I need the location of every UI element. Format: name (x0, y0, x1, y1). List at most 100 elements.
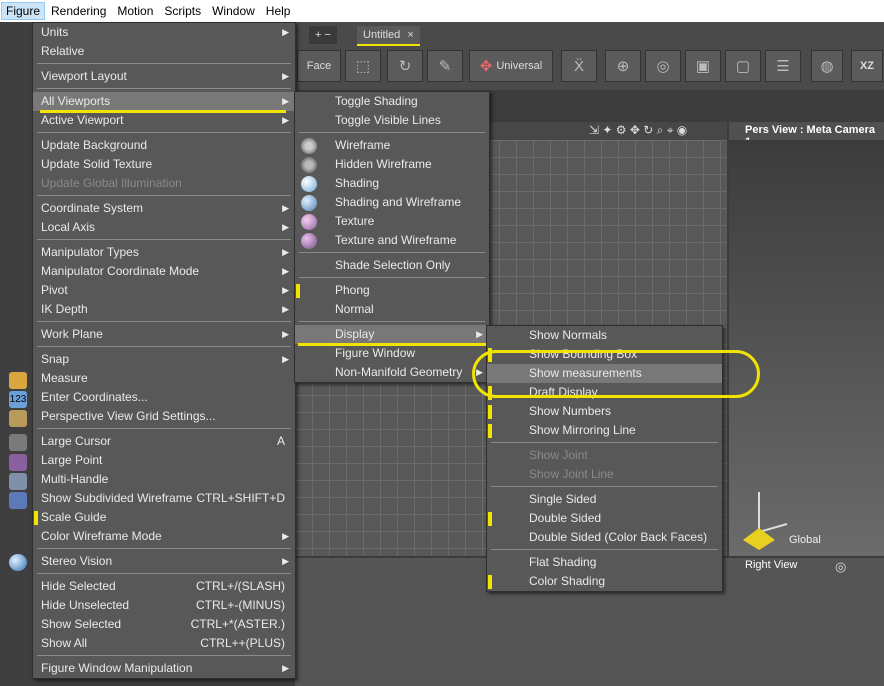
menu-separator (37, 346, 291, 347)
menu-item-work-plane[interactable]: Work Plane ▶ (33, 325, 295, 344)
menu-item-coordinate-system[interactable]: Coordinate System ▶ (33, 199, 295, 218)
menu-item-color-shading[interactable]: Color Shading (487, 572, 722, 591)
submenu-arrow-icon: ▶ (282, 222, 289, 232)
menu-item-toggle-shading[interactable]: Toggle Shading (295, 92, 489, 111)
menu-item-hide-selected[interactable]: Hide Selected CTRL+/(SLASH) (33, 577, 295, 596)
menu-item-shade-selection-only[interactable]: Shade Selection Only (295, 256, 489, 275)
menu-item-scale-guide[interactable]: Scale Guide (33, 508, 295, 527)
menu-item-large-point[interactable]: Large Point (33, 451, 295, 470)
global-axis-icon (743, 492, 788, 550)
check-marker (488, 405, 492, 419)
menu-item-figure-window-manipulation[interactable]: Figure Window Manipulation ▶ (33, 659, 295, 678)
menu-item-pivot[interactable]: Pivot ▶ (33, 281, 295, 300)
menu-item-multi-handle[interactable]: Multi-Handle (33, 470, 295, 489)
menu-item-double-sided-color-back-faces[interactable]: Double Sided (Color Back Faces) (487, 528, 722, 547)
menu-separator (491, 486, 718, 487)
menu-item-shading-and-wireframe[interactable]: Shading and Wireframe (295, 193, 489, 212)
menu-item-double-sided[interactable]: Double Sided (487, 509, 722, 528)
menu-item-enter-coordinates[interactable]: Enter Coordinates... (33, 388, 295, 407)
menu-item-wireframe[interactable]: Wireframe (295, 136, 489, 155)
rotate-button[interactable]: ↻ (387, 50, 423, 82)
grid-settings-icon[interactable] (9, 410, 27, 427)
menu-item-hidden-wireframe[interactable]: Hidden Wireframe (295, 155, 489, 174)
menu-item-viewport-layout[interactable]: Viewport Layout ▶ (33, 67, 295, 86)
menu-item-show-selected[interactable]: Show Selected CTRL+*(ASTER.) (33, 615, 295, 634)
universal-button[interactable]: ✥ Universal (469, 50, 553, 82)
menu-item-label: Show Mirroring Line (529, 423, 636, 437)
menu-separator (299, 277, 485, 278)
cube-button[interactable]: ▣ (685, 50, 721, 82)
cube-wire-button[interactable]: ▢ (725, 50, 761, 82)
tab-add-remove[interactable]: + − (309, 26, 337, 44)
menu-item-update-solid-texture[interactable]: Update Solid Texture (33, 155, 295, 174)
menu-item-update-background[interactable]: Update Background (33, 136, 295, 155)
menu-item-measure[interactable]: Measure (33, 369, 295, 388)
menu-item-show-all[interactable]: Show All CTRL++(PLUS) (33, 634, 295, 653)
menu-item-color-wireframe-mode[interactable]: Color Wireframe Mode ▶ (33, 527, 295, 546)
menu-item-single-sided[interactable]: Single Sided (487, 490, 722, 509)
menu-item-normal[interactable]: Normal (295, 300, 489, 319)
menu-item-label: Texture (335, 214, 375, 228)
menu-item-display[interactable]: Display ▶ (295, 325, 489, 344)
paint-button[interactable]: ✎ (427, 50, 463, 82)
menu-item-show-normals[interactable]: Show Normals (487, 326, 722, 345)
subdivided-wireframe-icon[interactable] (9, 492, 27, 509)
menu-item-perspective-view-grid-settings[interactable]: Perspective View Grid Settings... (33, 407, 295, 426)
menu-figure[interactable]: Figure (1, 2, 46, 20)
menu-item-show-mirroring-line[interactable]: Show Mirroring Line (487, 421, 722, 440)
menu-item-texture-and-wireframe[interactable]: Texture and Wireframe (295, 231, 489, 250)
circle-button[interactable]: ◎ (645, 50, 681, 82)
menu-item-flat-shading[interactable]: Flat Shading (487, 553, 722, 572)
menu-item-texture[interactable]: Texture (295, 212, 489, 231)
menu-item-stereo-vision[interactable]: Stereo Vision ▶ (33, 552, 295, 571)
menu-item-active-viewport[interactable]: Active Viewport ▶ (33, 111, 295, 130)
menu-scripts[interactable]: Scripts (159, 2, 206, 20)
menu-help[interactable]: Help (261, 2, 296, 20)
menu-item-label: Manipulator Coordinate Mode (41, 264, 200, 278)
menu-motion[interactable]: Motion (112, 2, 158, 20)
menu-item-shading[interactable]: Shading (295, 174, 489, 193)
submenu-arrow-icon: ▶ (282, 27, 289, 37)
layers-button[interactable]: ☰ (765, 50, 801, 82)
viewport-nav-icons[interactable]: ⇲ ✦ ⚙ ✥ ↻ ⌕ ⌖ ◉ (589, 123, 687, 138)
menu-item-local-axis[interactable]: Local Axis ▶ (33, 218, 295, 237)
stereo-vision-icon[interactable] (9, 554, 27, 571)
select-rect-button[interactable]: ⬚ (345, 50, 381, 82)
menu-item-snap[interactable]: Snap ▶ (33, 350, 295, 369)
menu-item-manipulator-types[interactable]: Manipulator Types ▶ (33, 243, 295, 262)
measure-tool-icon[interactable] (9, 372, 27, 389)
menu-item-hide-unselected[interactable]: Hide Unselected CTRL+-(MINUS) (33, 596, 295, 615)
cube-icon: ▣ (695, 58, 711, 75)
xz-plane-button[interactable]: XZ (851, 50, 883, 82)
menu-window[interactable]: Window (207, 2, 260, 20)
menu-item-ik-depth[interactable]: IK Depth ▶ (33, 300, 295, 319)
menu-rendering[interactable]: Rendering (46, 2, 111, 20)
menu-item-manipulator-coordinate-mode[interactable]: Manipulator Coordinate Mode ▶ (33, 262, 295, 281)
submenu-arrow-icon: ▶ (282, 115, 289, 125)
menu-item-units[interactable]: Units ▶ (33, 23, 295, 42)
menu-item-label: Hide Selected (41, 579, 116, 593)
menu-item-phong[interactable]: Phong (295, 281, 489, 300)
menu-item-relative[interactable]: Relative (33, 42, 295, 61)
menu-separator (37, 239, 291, 240)
large-point-icon[interactable] (9, 454, 27, 471)
axis-button[interactable]: Ẍ (561, 50, 597, 82)
record-icon[interactable]: ◎ (835, 559, 846, 575)
face-button[interactable]: Face (297, 50, 341, 82)
globe-button[interactable]: ◍ (811, 50, 843, 82)
multi-handle-icon[interactable] (9, 473, 27, 490)
menu-item-toggle-visible-lines[interactable]: Toggle Visible Lines (295, 111, 489, 130)
large-cursor-icon[interactable] (9, 434, 27, 451)
viewport-perspective[interactable]: Pers View : Meta Camera 1 Global (729, 122, 884, 556)
menu-item-show-subdivided-wireframe[interactable]: Show Subdivided Wireframe CTRL+SHIFT+D (33, 489, 295, 508)
menu-item-large-cursor[interactable]: Large Cursor A (33, 432, 295, 451)
coordinates-tool-icon[interactable]: 123 (9, 391, 27, 408)
target-button[interactable]: ⊕ (605, 50, 641, 82)
menu-item-all-viewports[interactable]: All Viewports ▶ (33, 92, 295, 111)
tab-document[interactable]: Untitled × (357, 26, 420, 46)
tab-close-icon[interactable]: × (407, 29, 413, 41)
menu-separator (37, 655, 291, 656)
menu-item-figure-window[interactable]: Figure Window (295, 344, 489, 363)
menu-item-non-manifold-geometry[interactable]: Non-Manifold Geometry ▶ (295, 363, 489, 382)
menu-item-show-numbers[interactable]: Show Numbers (487, 402, 722, 421)
